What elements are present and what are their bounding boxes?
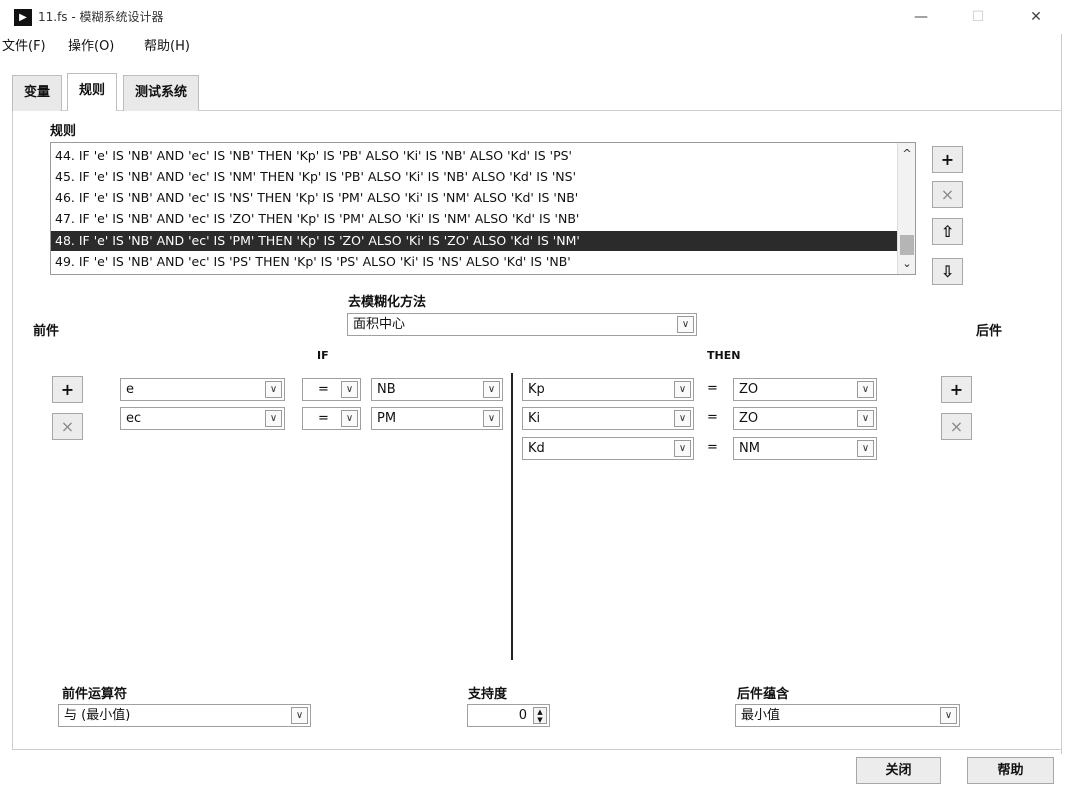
- consequent-variable-value: Kd: [528, 441, 545, 456]
- window-title: 11.fs - 模糊系统设计器: [38, 10, 164, 24]
- add-consequent-button[interactable]: +: [941, 376, 972, 403]
- tab-rules[interactable]: 规则: [67, 73, 118, 111]
- chevron-down-icon[interactable]: ∨: [674, 381, 691, 398]
- if-header: IF: [317, 349, 329, 362]
- antecedent-operator-value: =: [318, 382, 329, 397]
- rule-item[interactable]: 44. IF 'e' IS 'NB' AND 'ec' IS 'NB' THEN…: [51, 146, 898, 166]
- add-antecedent-button[interactable]: +: [52, 376, 83, 403]
- scroll-down-icon[interactable]: ⌄: [898, 255, 915, 273]
- delete-antecedent-button[interactable]: ×: [52, 413, 83, 440]
- close-window-button[interactable]: ✕: [1013, 0, 1059, 34]
- chevron-down-icon[interactable]: ∨: [291, 707, 308, 724]
- consequent-variable-value: Kp: [528, 382, 545, 397]
- antecedent-variable-select[interactable]: e ∨: [120, 378, 285, 401]
- scroll-thumb[interactable]: [900, 235, 914, 255]
- add-rule-button[interactable]: +: [932, 146, 963, 173]
- antecedent-variable-value: e: [126, 382, 134, 397]
- chevron-down-icon[interactable]: ∨: [940, 707, 957, 724]
- tab-variables[interactable]: 变量: [12, 75, 63, 111]
- maximize-button[interactable]: ☐: [955, 0, 1001, 34]
- consequent-variable-select[interactable]: Ki ∨: [522, 407, 694, 430]
- if-then-divider: [511, 373, 513, 660]
- rule-item[interactable]: 45. IF 'e' IS 'NB' AND 'ec' IS 'NM' THEN…: [51, 167, 898, 187]
- chevron-down-icon[interactable]: ∨: [857, 410, 874, 427]
- rules-list[interactable]: 44. IF 'e' IS 'NB' AND 'ec' IS 'NB' THEN…: [50, 142, 916, 275]
- antecedent-operator-label: 前件运算符: [62, 687, 128, 702]
- rule-item[interactable]: 47. IF 'e' IS 'NB' AND 'ec' IS 'ZO' THEN…: [51, 209, 898, 229]
- move-rule-down-button[interactable]: ⇩: [932, 258, 963, 285]
- title-bar: ▶ 11.fs - 模糊系统设计器 — ☐ ✕: [0, 0, 1067, 34]
- move-rule-up-button[interactable]: ⇧: [932, 218, 963, 245]
- support-input[interactable]: 0 ▲ ▼: [467, 704, 550, 727]
- consequent-term-select[interactable]: ZO ∨: [733, 378, 877, 401]
- consequent-operator: =: [707, 381, 718, 396]
- chevron-down-icon[interactable]: ∨: [341, 410, 358, 427]
- support-label: 支持度: [468, 687, 508, 702]
- chevron-down-icon[interactable]: ∨: [265, 410, 282, 427]
- consequent-operator: =: [707, 410, 718, 425]
- defuzz-label: 去模糊化方法: [348, 295, 427, 310]
- rules-label: 规则: [50, 124, 77, 139]
- antecedent-term-select[interactable]: NB ∨: [371, 378, 503, 401]
- antecedent-variable-select[interactable]: ec ∨: [120, 407, 285, 430]
- consequent-implication-value: 最小值: [741, 708, 781, 723]
- delete-rule-button[interactable]: ×: [932, 181, 963, 208]
- rule-item[interactable]: 46. IF 'e' IS 'NB' AND 'ec' IS 'NS' THEN…: [51, 188, 898, 208]
- consequent-label: 后件: [976, 324, 1003, 339]
- consequent-variable-select[interactable]: Kd ∨: [522, 437, 694, 460]
- consequent-implication-label: 后件蕴含: [737, 687, 790, 702]
- antecedent-term-select[interactable]: PM ∨: [371, 407, 503, 430]
- menu-help[interactable]: 帮助(H): [144, 35, 190, 54]
- consequent-term-select[interactable]: NM ∨: [733, 437, 877, 460]
- menu-operate[interactable]: 操作(O): [68, 35, 114, 54]
- scroll-up-icon[interactable]: ^: [898, 145, 915, 163]
- consequent-variable-value: Ki: [528, 411, 541, 426]
- consequent-variable-select[interactable]: Kp ∨: [522, 378, 694, 401]
- antecedent-operator-value: =: [318, 411, 329, 426]
- antecedent-operator-method-value: 与 (最小值): [64, 708, 131, 723]
- chevron-down-icon[interactable]: ∨: [677, 316, 694, 333]
- defuzz-select[interactable]: 面积中心 ∨: [347, 313, 697, 336]
- antecedent-term-value: PM: [377, 411, 397, 426]
- delete-consequent-button[interactable]: ×: [941, 413, 972, 440]
- chevron-down-icon[interactable]: ∨: [857, 381, 874, 398]
- minimize-button[interactable]: —: [898, 0, 944, 34]
- chevron-down-icon[interactable]: ∨: [265, 381, 282, 398]
- antecedent-operator-select[interactable]: = ∨: [302, 407, 361, 430]
- rule-item-selected[interactable]: 48. IF 'e' IS 'NB' AND 'ec' IS 'PM' THEN…: [51, 231, 898, 251]
- consequent-term-value: NM: [739, 441, 760, 456]
- consequent-term-value: ZO: [739, 411, 759, 426]
- chevron-down-icon[interactable]: ∨: [674, 440, 691, 457]
- app-icon: ▶: [14, 9, 32, 26]
- consequent-operator: =: [707, 440, 718, 455]
- close-button[interactable]: 关闭: [856, 757, 941, 784]
- tab-test-system[interactable]: 测试系统: [123, 75, 200, 111]
- antecedent-operator-method-select[interactable]: 与 (最小值) ∨: [58, 704, 311, 727]
- rules-scrollbar[interactable]: ^ ⌄: [897, 143, 915, 274]
- chevron-down-icon[interactable]: ∨: [857, 440, 874, 457]
- rule-item[interactable]: 49. IF 'e' IS 'NB' AND 'ec' IS 'PS' THEN…: [51, 252, 898, 272]
- consequent-term-value: ZO: [739, 382, 759, 397]
- consequent-term-select[interactable]: ZO ∨: [733, 407, 877, 430]
- defuzz-value: 面积中心: [353, 317, 406, 332]
- support-value: 0: [518, 708, 527, 723]
- chevron-down-icon[interactable]: ∨: [483, 381, 500, 398]
- consequent-implication-select[interactable]: 最小值 ∨: [735, 704, 960, 727]
- antecedent-variable-value: ec: [126, 411, 142, 426]
- chevron-down-icon[interactable]: ∨: [483, 410, 500, 427]
- antecedent-term-value: NB: [377, 382, 396, 397]
- chevron-down-icon[interactable]: ∨: [674, 410, 691, 427]
- antecedent-label: 前件: [33, 324, 60, 339]
- antecedent-operator-select[interactable]: = ∨: [302, 378, 361, 401]
- menu-file[interactable]: 文件(F): [2, 35, 46, 54]
- help-button[interactable]: 帮助: [967, 757, 1054, 784]
- spinner-icon[interactable]: ▲ ▼: [533, 707, 547, 724]
- chevron-down-icon[interactable]: ∨: [341, 381, 358, 398]
- then-header: THEN: [707, 349, 741, 362]
